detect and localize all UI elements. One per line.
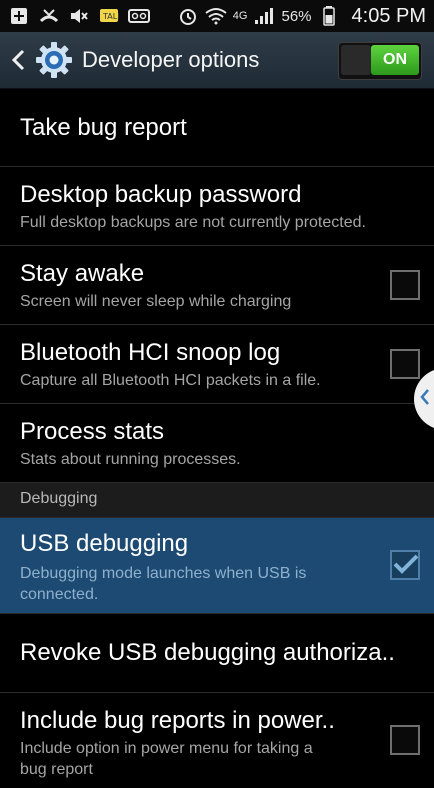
item-summary: Full desktop backups are not currently p… [20, 214, 366, 231]
toggle-knob [341, 45, 371, 75]
battery-percent: 56% [281, 7, 312, 25]
battery-icon [318, 6, 340, 26]
signal-icon [253, 6, 275, 26]
list-item-process-stats[interactable]: Process stats Stats about running proces… [0, 404, 434, 483]
settings-list: Take bug report Desktop backup password … [0, 89, 434, 788]
back-icon[interactable] [8, 32, 28, 88]
item-summary: Include option in power menu for taking … [20, 740, 313, 757]
item-summary-line2: connected. [20, 586, 99, 603]
item-label: Include bug reports in power.. [20, 707, 335, 734]
status-bar: TALK 4G 56% 4:05 PM [0, 0, 434, 32]
list-item-take-bug-report[interactable]: Take bug report [0, 89, 434, 167]
item-summary-line2: bug report [20, 761, 93, 778]
clock: 4:05 PM [351, 4, 426, 27]
action-bar: Developer options ON [0, 32, 434, 89]
chevron-left-icon [420, 388, 430, 411]
item-label: Stay awake [20, 260, 145, 287]
item-label: Desktop backup password [20, 181, 302, 208]
list-item-revoke-usb-debugging-authorizations[interactable]: Revoke USB debugging authoriza.. [0, 614, 434, 693]
mute-icon [68, 6, 90, 26]
list-item-bluetooth-hci-snoop-log[interactable]: Bluetooth HCI snoop log Capture all Blue… [0, 325, 434, 404]
voicemail-icon [128, 6, 150, 26]
item-summary: Debugging mode launches when USB is [20, 565, 307, 582]
missed-call-icon [38, 6, 60, 26]
list-item-stay-awake[interactable]: Stay awake Screen will never sleep while… [0, 246, 434, 325]
alarm-icon [177, 6, 199, 26]
list-item-include-bug-reports[interactable]: Include bug reports in power.. Include o… [0, 693, 434, 788]
section-header-debugging: Debugging [0, 483, 434, 518]
toggle-on-label: ON [371, 45, 419, 75]
developer-options-toggle[interactable]: ON [338, 42, 422, 80]
stay-awake-checkbox[interactable] [390, 270, 420, 300]
item-label: Process stats [20, 418, 165, 445]
page-title: Developer options [82, 47, 260, 72]
svg-text:TALK: TALK [102, 12, 119, 21]
item-summary: Stats about running processes. [20, 451, 241, 468]
bluetooth-hci-snoop-log-checkbox[interactable] [390, 349, 420, 379]
item-label: Revoke USB debugging authoriza.. [20, 639, 395, 666]
item-label: Bluetooth HCI snoop log [20, 339, 281, 366]
talk-icon: TALK [98, 6, 120, 26]
item-summary: Screen will never sleep while charging [20, 293, 292, 310]
network-type: 4G [232, 10, 248, 22]
gear-icon [34, 40, 74, 80]
item-summary: Capture all Bluetooth HCI packets in a f… [20, 372, 321, 389]
checkmark-icon [393, 554, 419, 574]
list-item-desktop-backup-password[interactable]: Desktop backup password Full desktop bac… [0, 167, 434, 246]
include-bug-reports-checkbox[interactable] [390, 725, 420, 755]
list-item-usb-debugging[interactable]: USB debugging Debugging mode launches wh… [0, 518, 434, 614]
usb-debugging-checkbox[interactable] [390, 550, 420, 580]
wifi-icon [205, 6, 227, 26]
item-label: Take bug report [20, 114, 187, 141]
section-title: Debugging [20, 490, 98, 507]
item-label: USB debugging [20, 530, 189, 557]
add-icon [8, 6, 30, 26]
